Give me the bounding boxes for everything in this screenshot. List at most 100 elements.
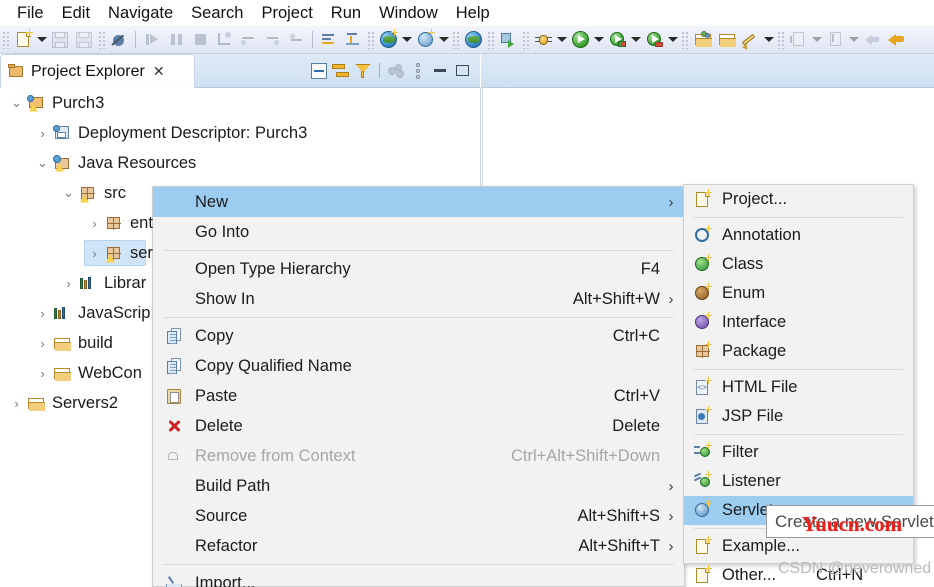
- menu-item-icon-placeholder: [161, 221, 187, 243]
- toolbar-grip-4[interactable]: [452, 30, 459, 49]
- pencil-icon[interactable]: [739, 29, 761, 51]
- submenu-item-label: Other...: [722, 566, 777, 584]
- menu-project[interactable]: Project: [252, 0, 321, 26]
- context-menu-item-build-path[interactable]: Build Path ›: [153, 471, 684, 501]
- chevron-right-icon[interactable]: ›: [36, 126, 49, 141]
- submenu-item-project[interactable]: Project...: [684, 185, 913, 214]
- coverage-icon[interactable]: [643, 29, 665, 51]
- menu-edit[interactable]: Edit: [53, 0, 99, 26]
- submenu-item-html-file[interactable]: <> HTML File: [684, 373, 913, 402]
- submenu-item-jsp-file[interactable]: JSP File: [684, 402, 913, 431]
- project-explorer-icon: [8, 63, 25, 80]
- folder-icon: [27, 395, 46, 412]
- chevron-right-icon[interactable]: ›: [10, 396, 23, 411]
- view-menu-filter-icon[interactable]: [353, 61, 373, 81]
- open-resource-icon[interactable]: [715, 29, 737, 51]
- javascript-resources-icon: [53, 305, 72, 322]
- menu-item-accel: Delete: [612, 416, 660, 435]
- submenu-item-interface[interactable]: Interface: [684, 308, 913, 337]
- submenu-item-filter[interactable]: Filter: [684, 438, 913, 467]
- context-menu-item-source[interactable]: Source Alt+Shift+S ›: [153, 501, 684, 531]
- context-menu-item-open-type-hierarchy[interactable]: Open Type Hierarchy F4: [153, 254, 684, 284]
- submenu-item-label: Enum: [722, 284, 766, 302]
- new-listener-icon: [688, 471, 716, 490]
- chevron-right-icon[interactable]: ›: [36, 306, 49, 321]
- chevron-down-icon[interactable]: ⌄: [36, 155, 49, 170]
- menu-run[interactable]: Run: [322, 0, 370, 26]
- next-annotation-icon[interactable]: [318, 29, 340, 51]
- context-menu-item-copy-qualified-name[interactable]: Copy Qualified Name: [153, 351, 684, 381]
- new-server-dropdown-arrow-icon[interactable]: [400, 29, 413, 51]
- run-dropdown-arrow-icon[interactable]: [592, 29, 605, 51]
- toolbar-grip-7[interactable]: [681, 30, 688, 49]
- chevron-right-icon[interactable]: ›: [88, 216, 101, 231]
- submenu-item-listener[interactable]: Listener: [684, 467, 913, 496]
- view-menu-icon[interactable]: [408, 61, 428, 81]
- submenu-item-annotation[interactable]: Annotation: [684, 221, 913, 250]
- tree-node-purch3[interactable]: ⌄ Purch3: [0, 88, 480, 118]
- submenu-item-class[interactable]: Class: [684, 250, 913, 279]
- toolbar-grip-8[interactable]: [777, 30, 784, 49]
- menu-search[interactable]: Search: [182, 0, 252, 26]
- chevron-right-icon[interactable]: ›: [62, 276, 75, 291]
- toolbar-grip-6[interactable]: [522, 30, 529, 49]
- chevron-right-icon[interactable]: ›: [36, 366, 49, 381]
- open-web-browser-icon[interactable]: [462, 29, 484, 51]
- collapse-all-icon[interactable]: [309, 61, 329, 81]
- menu-window[interactable]: Window: [370, 0, 447, 26]
- run-icon[interactable]: [569, 29, 591, 51]
- chevron-right-icon: ›: [668, 507, 674, 525]
- toggle-breakpoint-icon[interactable]: [108, 29, 130, 51]
- chevron-right-icon[interactable]: ›: [88, 246, 101, 261]
- context-menu-item-go-into[interactable]: Go Into: [153, 217, 684, 247]
- pencil-dropdown-arrow-icon[interactable]: [762, 29, 775, 51]
- open-type-icon[interactable]: [691, 29, 713, 51]
- context-menu-item-delete[interactable]: Delete Delete: [153, 411, 684, 441]
- menu-file[interactable]: File: [8, 0, 53, 26]
- menu-help[interactable]: Help: [447, 0, 499, 26]
- menu-navigate[interactable]: Navigate: [99, 0, 182, 26]
- toolbar-grip-5[interactable]: [487, 30, 494, 49]
- previous-annotation-icon[interactable]: [342, 29, 364, 51]
- new-wizard-dropdown-arrow-icon[interactable]: [35, 29, 48, 51]
- menu-item-icon-placeholder: [161, 505, 187, 527]
- tab-project-explorer[interactable]: Project Explorer ✕: [0, 54, 195, 88]
- chevron-right-icon[interactable]: ›: [36, 336, 49, 351]
- context-menu-item-paste[interactable]: Paste Ctrl+V: [153, 381, 684, 411]
- new-dynamic-web-project-dropdown-arrow-icon[interactable]: [437, 29, 450, 51]
- maximize-icon[interactable]: [452, 61, 472, 81]
- close-icon[interactable]: ✕: [153, 63, 165, 80]
- run-profile-dropdown-arrow-icon[interactable]: [629, 29, 642, 51]
- context-menu-item-copy[interactable]: Copy Ctrl+C: [153, 321, 684, 351]
- chevron-down-icon[interactable]: ⌄: [10, 95, 23, 110]
- new-wizard-icon[interactable]: [12, 29, 34, 51]
- submenu-item-label: Interface: [722, 313, 787, 331]
- debug-icon[interactable]: [532, 29, 554, 51]
- menu-item-accel: Alt+Shift+S: [577, 506, 660, 525]
- toolbar-grip[interactable]: [2, 30, 9, 49]
- link-with-editor-icon[interactable]: [331, 61, 351, 81]
- context-menu-item-show-in[interactable]: Show In Alt+Shift+W ›: [153, 284, 684, 314]
- submenu-item-package[interactable]: Package: [684, 337, 913, 366]
- minimize-icon[interactable]: [430, 61, 450, 81]
- tree-node-java-resources[interactable]: ⌄ Java Resources: [0, 148, 480, 178]
- run-on-server-icon[interactable]: [497, 29, 519, 51]
- submenu-item-enum[interactable]: Enum: [684, 279, 913, 308]
- watermark-red: Yuucn.com: [802, 512, 903, 536]
- run-profile-icon[interactable]: [606, 29, 628, 51]
- forward-icon[interactable]: [885, 29, 907, 51]
- toolbar-grip-3[interactable]: [367, 30, 374, 49]
- new-server-icon[interactable]: [377, 29, 399, 51]
- tree-node-deployment-descriptor[interactable]: › Deployment Descriptor: Purch3: [0, 118, 480, 148]
- save-icon: [49, 29, 71, 51]
- context-menu-item-new[interactable]: New ›: [153, 187, 684, 217]
- chevron-down-icon[interactable]: ⌄: [62, 185, 75, 200]
- coverage-dropdown-arrow-icon[interactable]: [666, 29, 679, 51]
- suspend-icon: [165, 29, 187, 51]
- toolbar-grip-2[interactable]: [98, 30, 105, 49]
- new-dynamic-web-project-icon[interactable]: [414, 29, 436, 51]
- context-menu-item-import[interactable]: Import...: [153, 568, 684, 587]
- context-menu-item-refactor[interactable]: Refactor Alt+Shift+T ›: [153, 531, 684, 561]
- debug-dropdown-arrow-icon[interactable]: [555, 29, 568, 51]
- menu-item-accel: Ctrl+C: [612, 326, 660, 345]
